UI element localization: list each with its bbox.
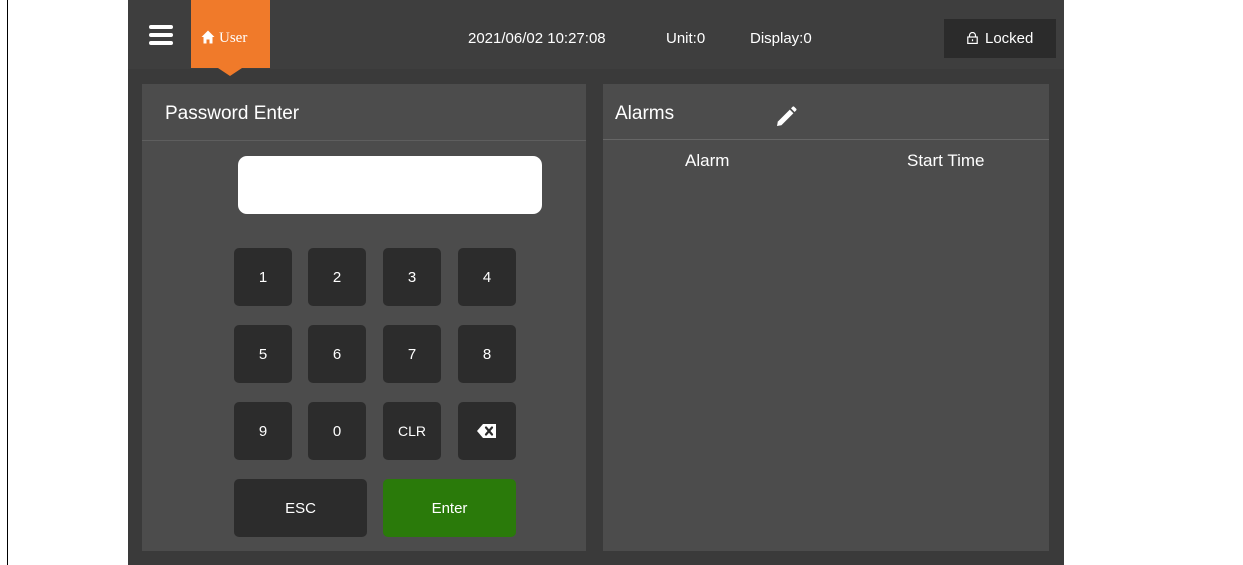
lock-button[interactable]: Locked (944, 19, 1056, 58)
password-panel-title: Password Enter (165, 103, 300, 124)
user-tab-label: User (219, 30, 248, 46)
backspace-button[interactable] (458, 402, 516, 460)
display-status: Display:0 (750, 30, 812, 47)
backspace-icon (477, 424, 496, 438)
key-8[interactable]: 8 (458, 325, 516, 383)
password-panel: Password Enter 1 2 3 4 5 6 7 8 9 0 CLR E… (142, 84, 586, 551)
lock-icon (967, 32, 978, 44)
lock-button-label: Locked (985, 30, 1034, 47)
password-input[interactable] (238, 156, 542, 214)
clear-button[interactable]: CLR (383, 402, 441, 460)
password-panel-divider (142, 140, 586, 141)
home-icon (201, 30, 215, 44)
column-header-start-time: Start Time (907, 151, 985, 170)
key-9[interactable]: 9 (234, 402, 292, 460)
top-bar: User 2021/06/02 10:27:08 Unit:0 Display:… (128, 0, 1064, 76)
key-5[interactable]: 5 (234, 325, 292, 383)
alarms-panel: Alarms Alarm Start Time (603, 84, 1049, 551)
key-2[interactable]: 2 (308, 248, 366, 306)
key-0[interactable]: 0 (308, 402, 366, 460)
key-4[interactable]: 4 (458, 248, 516, 306)
enter-button[interactable]: Enter (383, 479, 516, 537)
user-tab-pointer (218, 68, 242, 76)
esc-button[interactable]: ESC (234, 479, 367, 537)
hamburger-menu-icon[interactable] (149, 25, 173, 45)
frame-border (7, 0, 8, 565)
alarms-panel-title: Alarms (615, 103, 675, 124)
user-tab[interactable]: User (191, 0, 270, 68)
datetime-display: 2021/06/02 10:27:08 (468, 30, 606, 47)
key-1[interactable]: 1 (234, 248, 292, 306)
hmi-screen: User 2021/06/02 10:27:08 Unit:0 Display:… (128, 0, 1064, 565)
pencil-edit-icon[interactable] (774, 105, 798, 129)
key-3[interactable]: 3 (383, 248, 441, 306)
column-header-alarm: Alarm (685, 151, 730, 170)
alarms-panel-divider (603, 139, 1049, 140)
key-6[interactable]: 6 (308, 325, 366, 383)
key-7[interactable]: 7 (383, 325, 441, 383)
unit-status: Unit:0 (666, 30, 706, 47)
